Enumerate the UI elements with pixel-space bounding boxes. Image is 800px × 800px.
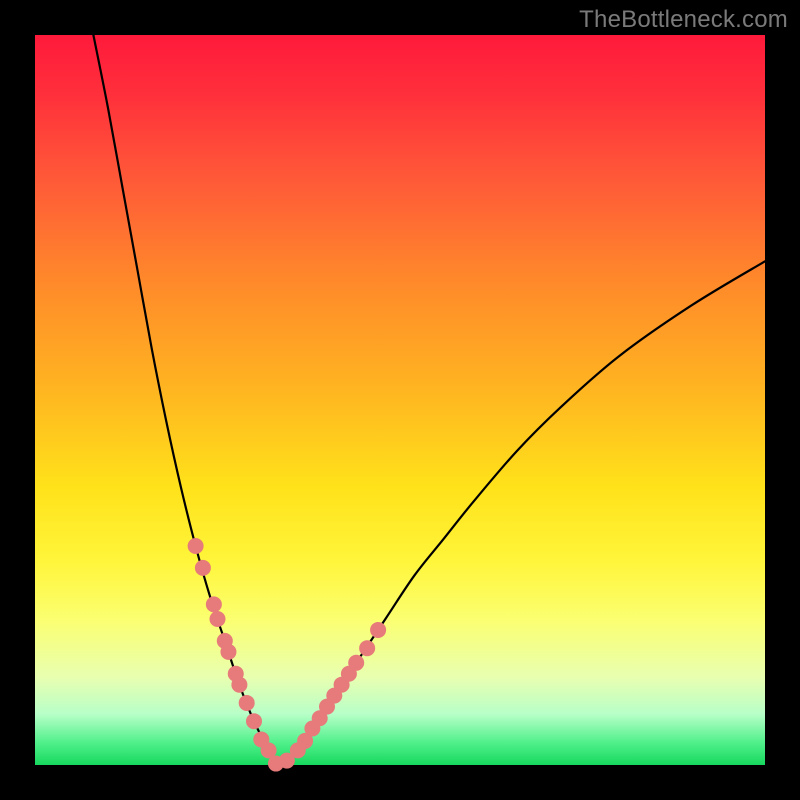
plot-gradient-area	[35, 35, 765, 765]
marker-dot	[206, 596, 222, 612]
marker-dot	[348, 655, 364, 671]
marker-dot	[210, 611, 226, 627]
chart-svg	[35, 35, 765, 765]
chart-frame: TheBottleneck.com	[0, 0, 800, 800]
marker-dot	[359, 640, 375, 656]
marker-dot	[195, 560, 211, 576]
marker-dot	[188, 538, 204, 554]
bottleneck-curve-line	[93, 35, 765, 766]
marker-dot	[220, 644, 236, 660]
marker-dot	[239, 695, 255, 711]
watermark-text: TheBottleneck.com	[579, 6, 788, 34]
marker-dot	[246, 713, 262, 729]
marker-dot	[231, 677, 247, 693]
highlighted-points-group	[188, 538, 387, 772]
marker-dot	[370, 622, 386, 638]
